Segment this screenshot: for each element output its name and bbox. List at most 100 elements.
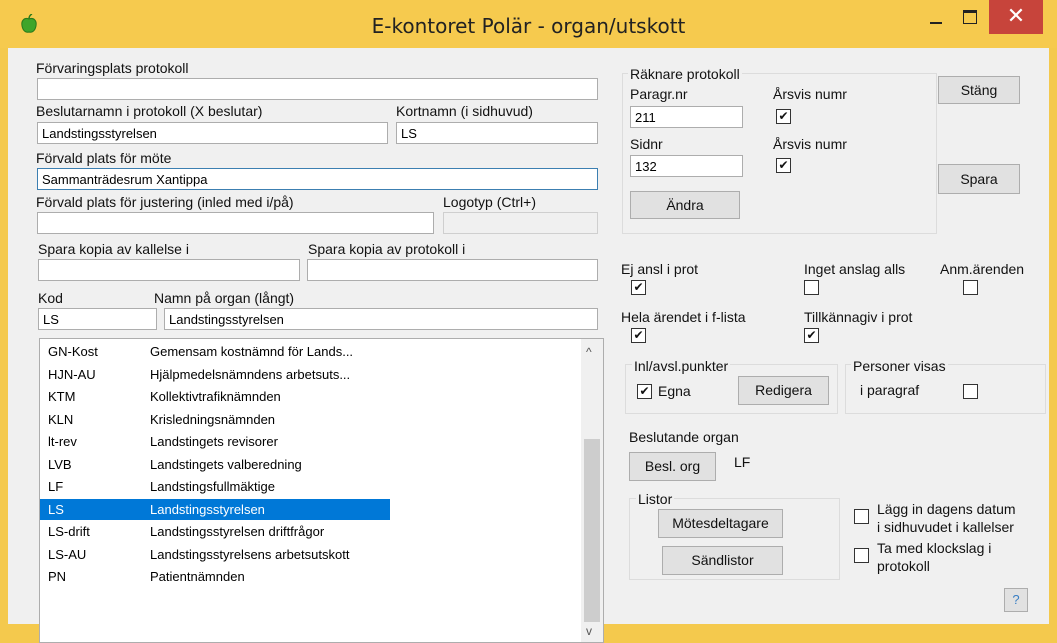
list-item-code: PN — [48, 569, 67, 584]
organ-list[interactable]: GN-Kost Gemensam kostnämnd för Lands... HJ… — [39, 338, 604, 643]
list-item[interactable]: LS-drift Landstingsstyrelsen driftfrågor — [40, 521, 580, 542]
klockslag-checkbox[interactable] — [854, 548, 869, 563]
namn-input[interactable]: Landstingsstyrelsen — [164, 308, 598, 330]
list-item-code: KTM — [48, 389, 76, 404]
list-item[interactable]: LVB Landstingets valberedning — [40, 454, 580, 475]
list-item-name: Landstingsstyrelsen driftfrågor — [150, 524, 325, 539]
list-item-name: Landstingsstyrelsen — [150, 501, 265, 517]
inl-group-label: Inl/avsl.punkter — [632, 358, 731, 374]
ej-ansl-checkbox[interactable]: ✔ — [631, 280, 646, 295]
form-area: Förvaringsplats protokoll Beslutarnamn i… — [8, 48, 1049, 643]
list-item-name: Landstingsfullmäktige — [150, 479, 276, 494]
list-item[interactable]: HJN-AU Hjälpmedelsnämndens arbetsuts... — [40, 364, 580, 385]
paragraf-checkbox[interactable] — [963, 384, 978, 399]
redigera-button[interactable]: Redigera — [738, 376, 829, 405]
maximize-button[interactable] — [954, 0, 986, 34]
beslutarnamn-label: Beslutarnamn i protokoll (X beslutar) — [36, 103, 263, 119]
list-item[interactable]: LS Landstingsstyrelsen — [40, 498, 390, 520]
paragr-input[interactable]: 211 — [630, 106, 743, 128]
list-item-code: KLN — [48, 411, 74, 427]
beslutarnamn-input[interactable]: Landstingsstyrelsen — [37, 122, 388, 144]
arsvis1-checkbox[interactable]: ✔ — [776, 109, 791, 124]
list-item-code: lt-rev — [48, 434, 77, 449]
forvald-plats-input[interactable]: Sammanträdesrum Xantippa — [37, 168, 598, 190]
paragr-label: Paragr.nr — [630, 86, 688, 102]
app-window: E-kontoret Polär - organ/utskott ✕ Förva… — [0, 0, 1057, 643]
andra-button[interactable]: Ändra — [630, 191, 740, 219]
list-item-code: LS-AU — [48, 546, 87, 562]
forvaringsplats-input[interactable] — [37, 78, 598, 100]
list-item-name: Kollektivtrafiknämnden — [150, 389, 281, 404]
logotyp-field — [443, 212, 598, 234]
justering-input[interactable] — [37, 212, 434, 234]
kod-input[interactable]: LS — [38, 308, 157, 330]
scroll-up-icon[interactable]: ^ — [586, 345, 592, 359]
kod-label: Kod — [38, 290, 63, 306]
paragraf-label: i paragraf — [860, 382, 920, 398]
arsvis1-label: Årsvis numr — [773, 86, 847, 102]
sandlistor-button[interactable]: Sändlistor — [662, 546, 783, 575]
close-button[interactable]: ✕ — [989, 0, 1043, 34]
besl-org-button[interactable]: Besl. org — [629, 452, 716, 481]
klockslag-label-1: Ta med klockslag i — [877, 540, 992, 556]
list-item[interactable]: GN-Kost Gemensam kostnämnd för Lands... — [40, 341, 580, 362]
inget-anslag-checkbox[interactable] — [804, 280, 819, 295]
forvaringsplats-label: Förvaringsplats protokoll — [36, 60, 189, 76]
scroll-down-icon[interactable]: v — [586, 624, 592, 638]
list-item-code: LF — [48, 479, 64, 494]
title-bar[interactable]: E-kontoret Polär - organ/utskott ✕ — [0, 0, 1057, 48]
minimize-button[interactable] — [920, 0, 952, 34]
list-item[interactable]: LS-AU Landstingsstyrelsens arbetsutskott — [40, 544, 580, 565]
beslutande-value: LF — [734, 454, 751, 470]
list-item[interactable]: KTM Kollektivtrafiknämnden — [40, 386, 580, 407]
forvald-plats-label: Förvald plats för möte — [36, 150, 172, 166]
logotyp-label: Logotyp (Ctrl+) — [443, 194, 536, 210]
help-button[interactable]: ? — [1004, 588, 1028, 612]
list-item-name: Landstingets revisorer — [150, 434, 278, 449]
ej-ansl-label: Ej ansl i prot — [621, 261, 699, 277]
list-item[interactable]: KLN Krisledningsnämnden — [40, 409, 580, 430]
kortnamn-label: Kortnamn (i sidhuvud) — [396, 103, 533, 119]
tillkannagiv-checkbox[interactable]: ✔ — [804, 328, 819, 343]
list-item-name: Hjälpmedelsnämndens arbetsuts... — [150, 366, 351, 382]
kopia-kallelse-label: Spara kopia av kallelse i — [38, 241, 189, 257]
list-item[interactable]: LF Landstingsfullmäktige — [40, 476, 580, 497]
datum-label-1: Lägg in dagens datum — [877, 501, 1016, 517]
anm-arenden-checkbox[interactable] — [963, 280, 978, 295]
motesdeltagare-button[interactable]: Mötesdeltagare — [658, 509, 783, 538]
tillkannagiv-label: Tillkännagiv i prot — [804, 309, 913, 325]
list-item[interactable]: PN Patientnämnden — [40, 566, 580, 587]
klockslag-label-2: protokoll — [877, 558, 930, 574]
stang-button[interactable]: Stäng — [938, 76, 1020, 104]
list-item-name: Gemensam kostnämnd för Lands... — [150, 344, 354, 359]
list-item-name: Patientnämnden — [150, 569, 245, 584]
egna-checkbox[interactable]: ✔ — [637, 384, 652, 399]
list-item[interactable]: lt-rev Landstingets revisorer — [40, 431, 580, 452]
list-item-code: HJN-AU — [48, 366, 96, 382]
scroll-thumb[interactable] — [584, 439, 600, 622]
arsvis2-label: Årsvis numr — [773, 136, 847, 152]
window-title: E-kontoret Polär - organ/utskott — [371, 14, 686, 38]
sidnr-label: Sidnr — [630, 136, 663, 152]
namn-label: Namn på organ (långt) — [154, 290, 295, 306]
arsvis2-checkbox[interactable]: ✔ — [776, 158, 791, 173]
kopia-kallelse-input[interactable] — [38, 259, 300, 281]
list-item-code: LS-drift — [48, 524, 90, 539]
hela-arendet-checkbox[interactable]: ✔ — [631, 328, 646, 343]
close-icon: ✕ — [1006, 4, 1026, 29]
inget-anslag-label: Inget anslag alls — [804, 261, 906, 277]
list-item-name: Krisledningsnämnden — [150, 411, 276, 427]
personer-group-label: Personer visas — [851, 358, 948, 374]
datum-checkbox[interactable] — [854, 509, 869, 524]
justering-label: Förvald plats för justering (inled med i… — [36, 194, 294, 210]
list-item-name: Landstingets valberedning — [150, 456, 302, 472]
sidnr-input[interactable]: 132 — [630, 155, 743, 177]
spara-button[interactable]: Spara — [938, 164, 1020, 194]
list-scrollbar[interactable]: ^ v — [581, 339, 603, 642]
kortnamn-input[interactable]: LS — [396, 122, 598, 144]
kopia-protokoll-label: Spara kopia av protokoll i — [308, 241, 466, 257]
listor-group-label: Listor — [636, 491, 675, 507]
anm-arenden-label: Anm.ärenden — [940, 261, 1025, 277]
kopia-protokoll-input[interactable] — [307, 259, 598, 281]
counter-group-label: Räknare protokoll — [628, 66, 742, 82]
